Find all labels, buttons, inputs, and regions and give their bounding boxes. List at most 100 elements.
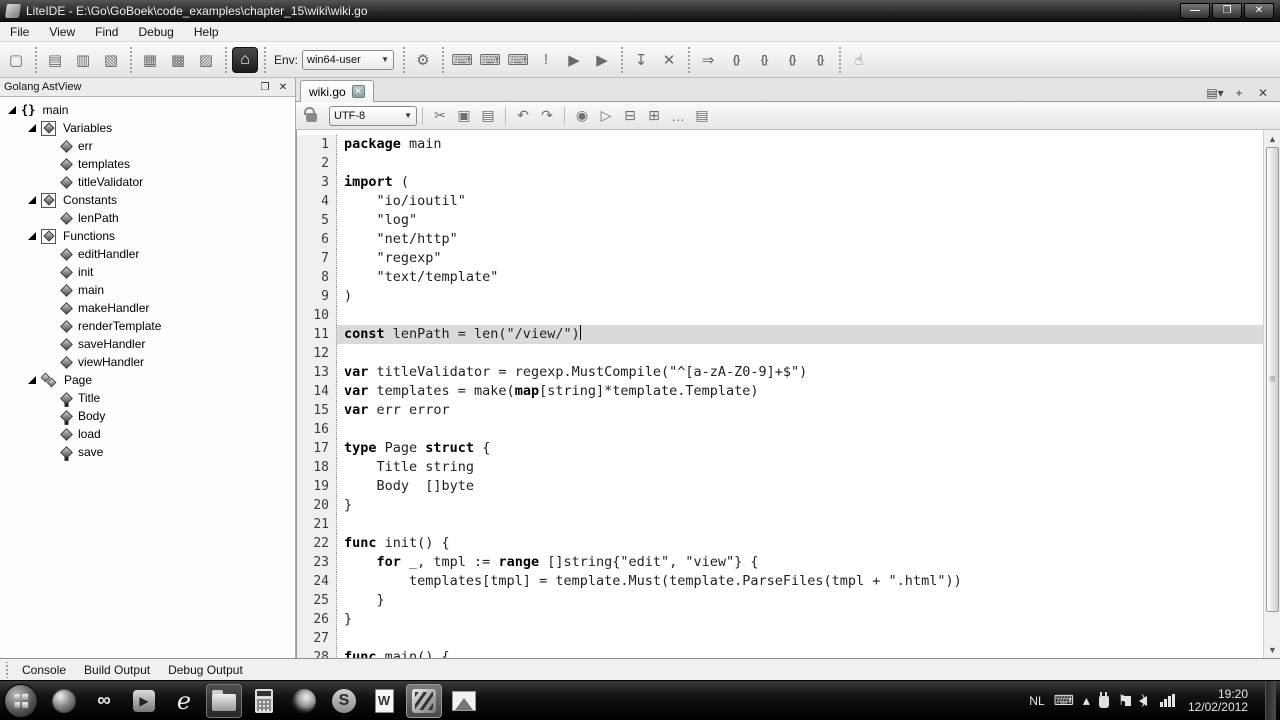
menu-file[interactable]: File [0,23,39,41]
restore-button[interactable]: ❐ [1212,3,1242,19]
code-line[interactable]: 1package main [297,135,1263,154]
open-file-button[interactable]: ▥ [70,47,96,73]
delete-doc-button[interactable]: ✕ [656,47,682,73]
scroll-down-icon[interactable]: ▼ [1265,642,1280,657]
expander-icon[interactable] [28,232,36,240]
close-file-button[interactable]: ▨ [193,47,219,73]
code-line[interactable]: 10 [297,306,1263,325]
env-combobox[interactable]: win64-user▼ [302,50,394,70]
file-info-button[interactable]: ▤ [691,105,713,127]
code-line[interactable]: 6 "net/http" [297,230,1263,249]
skype-icon[interactable]: S [326,684,362,718]
tree-item-main[interactable]: {}main [0,101,295,119]
code-line[interactable]: 23 for _, tmpl := range []string{"edit",… [297,553,1263,572]
code-line[interactable]: 16 [297,420,1263,439]
minimize-button[interactable]: — [1180,3,1210,19]
tree-item-title[interactable]: Title [0,389,295,407]
tree-item-page[interactable]: Page [0,371,295,389]
tree-item-variables[interactable]: Variables [0,119,295,137]
word-icon[interactable]: W [366,684,402,718]
power-plug-icon[interactable] [1099,693,1109,708]
encoding-select[interactable]: UTF-8 ▼ [329,106,417,126]
expander-icon[interactable] [28,196,36,204]
tree-item-init[interactable]: init [0,263,295,281]
close-editor-button[interactable]: ✕ [1254,85,1272,101]
code-line[interactable]: 17type Page struct { [297,439,1263,458]
more-button[interactable]: … [667,105,689,127]
close-button[interactable]: ✕ [1244,3,1274,19]
tree-item-lenpath[interactable]: lenPath [0,209,295,227]
save-all-button[interactable]: ▩ [165,47,191,73]
keyboard-icon[interactable]: ⌨ [1054,692,1074,709]
output-tab-build-output[interactable]: Build Output [78,661,162,679]
expander-icon[interactable] [28,124,36,132]
undo-button[interactable]: ↶ [512,105,534,127]
tab-wiki-go[interactable]: wiki.go ✕ [300,80,374,102]
options-gear-button[interactable]: ⚙ [410,47,436,73]
open-folder-button[interactable]: ▤ [42,47,68,73]
fold-block-button[interactable]: {} [723,47,749,73]
liteide-icon[interactable] [406,684,442,718]
taskbar-clock[interactable]: 19:20 12/02/2012 [1184,688,1248,714]
code-editor[interactable]: 1package main23import (4 "io/ioutil"5 "l… [296,130,1280,658]
hand-tool-button[interactable]: ☝ [846,47,872,73]
menu-help[interactable]: Help [184,23,229,41]
menu-view[interactable]: View [39,23,85,41]
build-tests-button[interactable]: ⌨ [505,47,531,73]
code-line[interactable]: 26} [297,610,1263,629]
code-line[interactable]: 27 [297,629,1263,648]
scroll-up-icon[interactable]: ▲ [1265,131,1280,146]
code-line[interactable]: 9) [297,287,1263,306]
file-list-button[interactable]: ▤▾ [1206,85,1224,101]
run-terminal-button[interactable]: ▶ [589,47,615,73]
code-line[interactable]: 21 [297,515,1263,534]
home-button[interactable]: ⌂ [232,47,258,73]
code-line[interactable]: 28func main() { [297,648,1263,658]
paste-button[interactable]: ▤ [477,105,499,127]
tree-item-body[interactable]: Body [0,407,295,425]
print-preview-button[interactable]: ⊞ [643,105,665,127]
tree-item-makehandler[interactable]: makeHandler [0,299,295,317]
goto-definition-button[interactable]: ⇒ [695,47,721,73]
build-button[interactable]: ⌨ [449,47,475,73]
code-line[interactable]: 4 "io/ioutil" [297,192,1263,211]
insert-doc-button[interactable]: ↧ [628,47,654,73]
calculator-icon[interactable] [246,684,282,718]
scrollbar-thumb[interactable] [1266,147,1279,612]
menu-find[interactable]: Find [85,23,128,41]
float-panel-button[interactable]: ❐ [257,80,273,94]
file-explorer-icon[interactable] [206,684,242,718]
code-line[interactable]: 3import ( [297,173,1263,192]
editor-scrollbar[interactable]: ▲ ▼ [1263,130,1280,658]
run-button[interactable]: ▶ [561,47,587,73]
tree-item-edithandler[interactable]: editHandler [0,245,295,263]
code-line[interactable]: 8 "text/template" [297,268,1263,287]
menu-debug[interactable]: Debug [128,23,183,41]
copy-button[interactable]: ▣ [453,105,475,127]
code-line[interactable]: 14var templates = make(map[string]*templ… [297,382,1263,401]
show-desktop-button[interactable] [1265,681,1276,720]
build-file-button[interactable]: ⌨ [477,47,503,73]
code-line[interactable]: 7 "regexp" [297,249,1263,268]
record-macro-button[interactable]: ◉ [571,105,593,127]
network-signal-icon[interactable] [1160,694,1175,707]
print-button[interactable]: ⊟ [619,105,641,127]
code-line[interactable]: 19 Body []byte [297,477,1263,496]
tree-item-titlevalidator[interactable]: titleValidator [0,173,295,191]
expander-icon[interactable] [8,106,16,114]
tree-item-templates[interactable]: templates [0,155,295,173]
tree-item-main[interactable]: main [0,281,295,299]
drag-handle[interactable] [4,662,10,678]
code-line[interactable]: 20} [297,496,1263,515]
output-tab-debug-output[interactable]: Debug Output [162,661,255,679]
code-line[interactable]: 2 [297,154,1263,173]
fold-all-button[interactable]: {} [779,47,805,73]
close-panel-button[interactable]: ✕ [275,80,291,94]
hidden-icons-chevron[interactable]: ▴ [1083,692,1090,709]
tree-item-viewhandler[interactable]: viewHandler [0,353,295,371]
firefox-icon[interactable] [286,684,322,718]
code-line[interactable]: 22func init() { [297,534,1263,553]
output-tab-console[interactable]: Console [16,661,78,679]
play-macro-button[interactable]: ▷ [595,105,617,127]
tree-item-functions[interactable]: Functions [0,227,295,245]
